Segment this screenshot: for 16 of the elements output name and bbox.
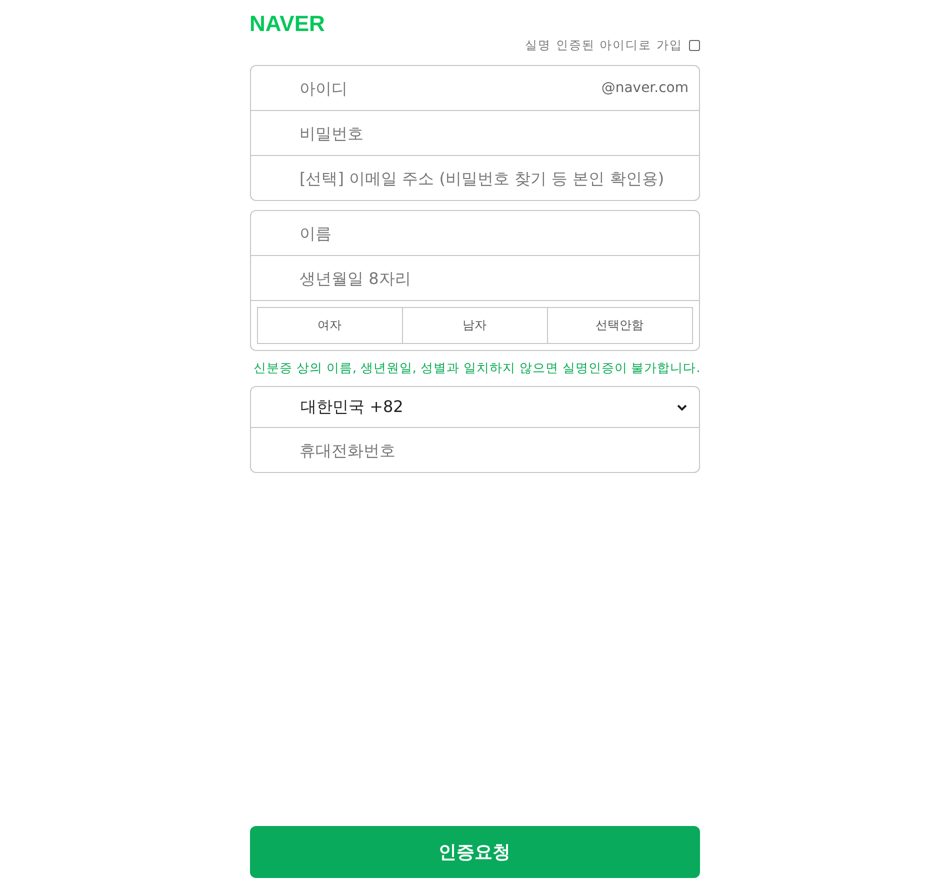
gender-option[interactable]: 여자 — [256, 307, 402, 344]
gender-option[interactable]: 선택안함 — [546, 307, 692, 344]
gender-option[interactable]: 남자 — [402, 307, 548, 344]
phone-input-field[interactable]: 휴대전화번호 — [298, 440, 688, 460]
input-field[interactable]: 비밀번호 — [298, 122, 688, 144]
verified-signup-label: 실명 인증된 아이디로 가입 — [525, 36, 682, 54]
country-select[interactable]: 대한민국 +82 — [250, 387, 698, 427]
input-field[interactable]: [선택] 이메일 주소 (비밀번호 찾기 등 본인 확인용) — [298, 168, 688, 188]
domain-suffix: @naver.com — [601, 80, 688, 96]
notice-text: 신분증 상의 이름, 생년원일, 성별과 일치하지 않으면 실명인증이 불가합니다. — [252, 360, 700, 377]
verified-signup-checkbox[interactable] — [688, 40, 700, 50]
naver-logo: NAVER — [250, 12, 325, 36]
input-field[interactable]: 아이디 — [298, 78, 602, 98]
chevron-down-icon — [676, 404, 686, 410]
input-field[interactable]: 생년월일 8자리 — [298, 268, 688, 288]
input-field[interactable]: 이름 — [298, 222, 688, 244]
